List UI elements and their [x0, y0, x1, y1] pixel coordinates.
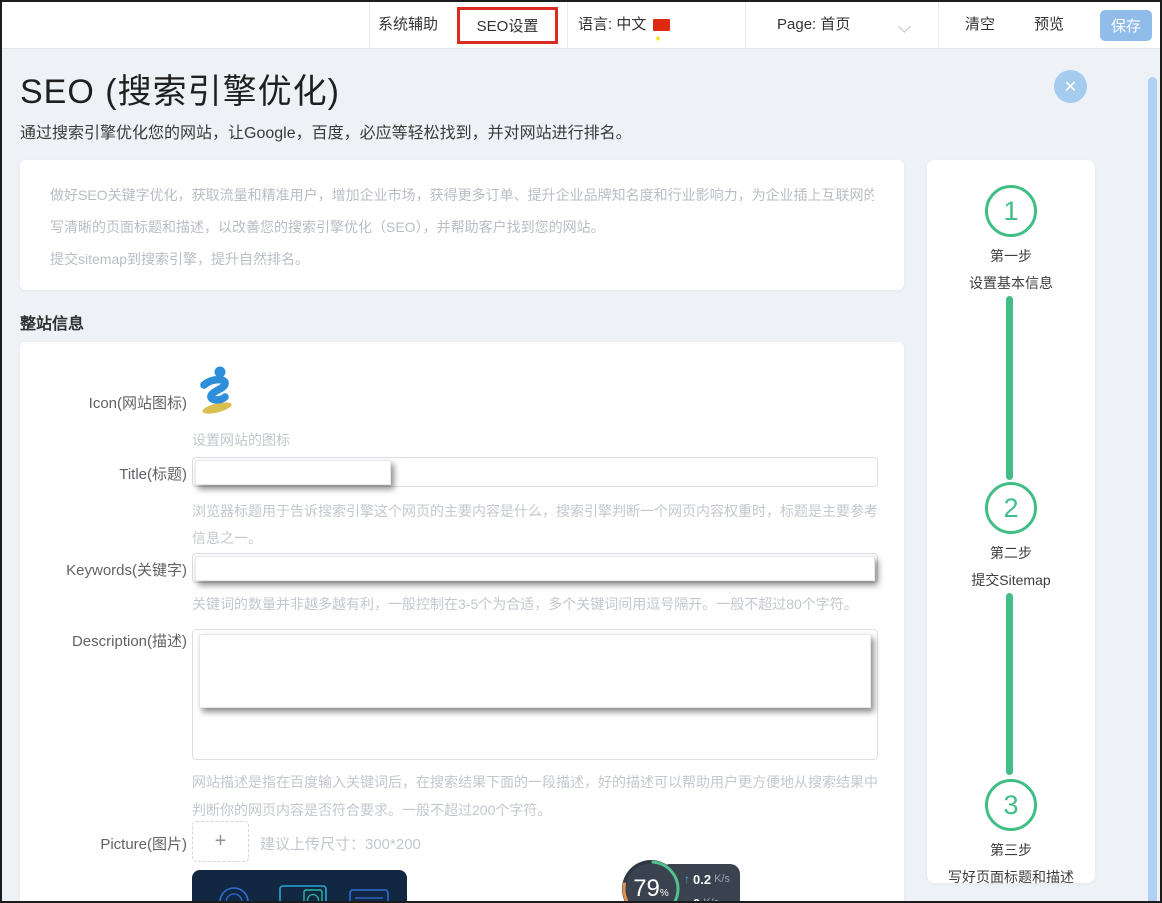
intro-line: 提交sitemap到搜索引擎，提升自然排名。 [50, 243, 874, 275]
menu-seo-settings[interactable]: SEO设置 [457, 7, 558, 44]
step-3-number: 3 [1003, 790, 1018, 821]
keywords-input[interactable] [193, 554, 877, 582]
menu-system-help[interactable]: 系统辅助 [378, 2, 438, 48]
page-subtitle: 通过搜索引擎优化您的网站，让Google，百度，必应等轻松找到，并对网站进行排名… [20, 119, 632, 143]
icon-field-label: Icon(网站图标) [27, 392, 187, 413]
china-flag-icon: ★ [653, 19, 670, 31]
step-2-number: 2 [1003, 493, 1018, 524]
menu-seo-settings-label: SEO设置 [477, 15, 539, 36]
intro-line: 做好SEO关键字优化，获取流量和精准用户，增加企业市场，获得更多订单、提升企业品… [50, 179, 874, 211]
download-arrow-icon: ↓ [684, 896, 690, 903]
description-field-hint: 网站描述是指在百度输入关键词后，在搜索结果下面的一段描述，好的描述可以帮助用户更… [192, 768, 878, 824]
description-textarea-wrap [192, 629, 878, 760]
step-2-desc: 提交Sitemap [927, 570, 1095, 590]
toolbar-divider [567, 2, 568, 48]
step-3-desc: 写好页面标题和描述 [927, 867, 1095, 887]
site-icon-upload[interactable] [196, 364, 236, 416]
keywords-field-hint: 关键词的数量并非越多越有利，一般控制在3-5个为合适，多个关键词间用逗号隔开。一… [192, 594, 892, 614]
site-info-form-card: Icon(网站图标) 设置网站的图标 Title(标题) 浏览器标题用于告诉搜索… [20, 342, 904, 903]
title-input[interactable] [193, 458, 877, 486]
close-icon[interactable]: ✕ [1054, 70, 1087, 103]
section-title-site-info: 整站信息 [20, 310, 84, 334]
page-title: SEO (搜索引擎优化) [20, 64, 340, 113]
download-speed-row: ↓ 0 K/s [684, 893, 734, 903]
step-1-desc: 设置基本信息 [927, 273, 1095, 293]
download-speed-value: 0 [693, 896, 700, 903]
upload-speed-row: ↑ 0.2 K/s [684, 869, 734, 889]
toolbar-divider [938, 2, 939, 48]
gauge-percent-unit: % [660, 888, 669, 899]
description-field-label: Description(描述) [27, 630, 187, 651]
save-button[interactable]: 保存 [1100, 10, 1152, 41]
download-speed-unit: K/s [703, 897, 719, 903]
steps-sidebar: 1 第一步 设置基本信息 2 第二步 提交Sitemap 3 第三步 写好页面标… [927, 160, 1095, 883]
seo-settings-screen: 系统辅助 SEO设置 语言: 中文 ★ Page: 首页 清空 预览 保存 SEO… [0, 0, 1162, 903]
keywords-input-wrap [192, 553, 878, 583]
vertical-scrollbar[interactable] [1148, 77, 1157, 903]
gauge-percent: 79% [620, 858, 682, 903]
step-1-title: 第一步 [927, 246, 1095, 266]
step-3: 3 第三步 写好页面标题和描述 [927, 779, 1095, 887]
intro-card: 做好SEO关键字优化，获取流量和精准用户，增加企业市场，获得更多订单、提升企业品… [20, 160, 904, 290]
menu-language[interactable]: 语言: 中文 ★ [578, 2, 670, 48]
picture-upload-button[interactable]: + [192, 821, 249, 862]
toolbar-divider [745, 2, 746, 48]
gauge-percent-value: 79 [633, 875, 660, 903]
top-toolbar: 系统辅助 SEO设置 语言: 中文 ★ Page: 首页 清空 预览 保存 [2, 2, 1160, 49]
upload-speed-unit: K/s [714, 873, 730, 885]
preview-graphics [192, 870, 407, 903]
clear-button[interactable]: 清空 [965, 2, 995, 48]
page-select[interactable]: Page: 首页 [777, 2, 850, 48]
step-3-title: 第三步 [927, 840, 1095, 860]
language-label: 语言: 中文 [578, 16, 646, 33]
upload-speed-value: 0.2 [693, 872, 711, 887]
chevron-down-icon [898, 20, 911, 33]
step-2: 2 第二步 提交Sitemap [927, 482, 1095, 590]
step-1: 1 第一步 设置基本信息 [927, 185, 1095, 293]
title-field-hint: 浏览器标题用于告诉搜索引擎这个网页的主要内容是什么，搜索引擎判断一个网页内容权重… [192, 498, 878, 552]
step-1-number: 1 [1003, 196, 1018, 227]
step-connector-line [1006, 593, 1013, 775]
speed-gauge: 79% [620, 858, 682, 903]
plus-icon: + [215, 830, 227, 853]
description-textarea[interactable] [193, 630, 877, 759]
intro-line: 写清晰的页面标题和描述，以改善您的搜索引擎优化（SEO），并帮助客户找到您的网站… [50, 211, 874, 243]
keywords-field-label: Keywords(关键字) [27, 559, 187, 580]
step-1-number-badge: 1 [985, 185, 1037, 237]
step-connector-line [1006, 296, 1013, 480]
toolbar-divider [369, 2, 370, 48]
step-2-title: 第二步 [927, 543, 1095, 563]
step-3-number-badge: 3 [985, 779, 1037, 831]
picture-preview-image[interactable] [192, 870, 407, 903]
title-input-wrap [192, 457, 878, 487]
picture-field-hint: 建议上传尺寸：300*200 [260, 833, 421, 854]
picture-field-label: Picture(图片) [27, 833, 187, 854]
upload-arrow-icon: ↑ [684, 872, 690, 886]
site-favicon-image [196, 364, 236, 416]
title-field-label: Title(标题) [27, 463, 187, 484]
preview-button[interactable]: 预览 [1034, 2, 1064, 48]
step-2-number-badge: 2 [985, 482, 1037, 534]
icon-field-hint: 设置网站的图标 [192, 430, 290, 450]
